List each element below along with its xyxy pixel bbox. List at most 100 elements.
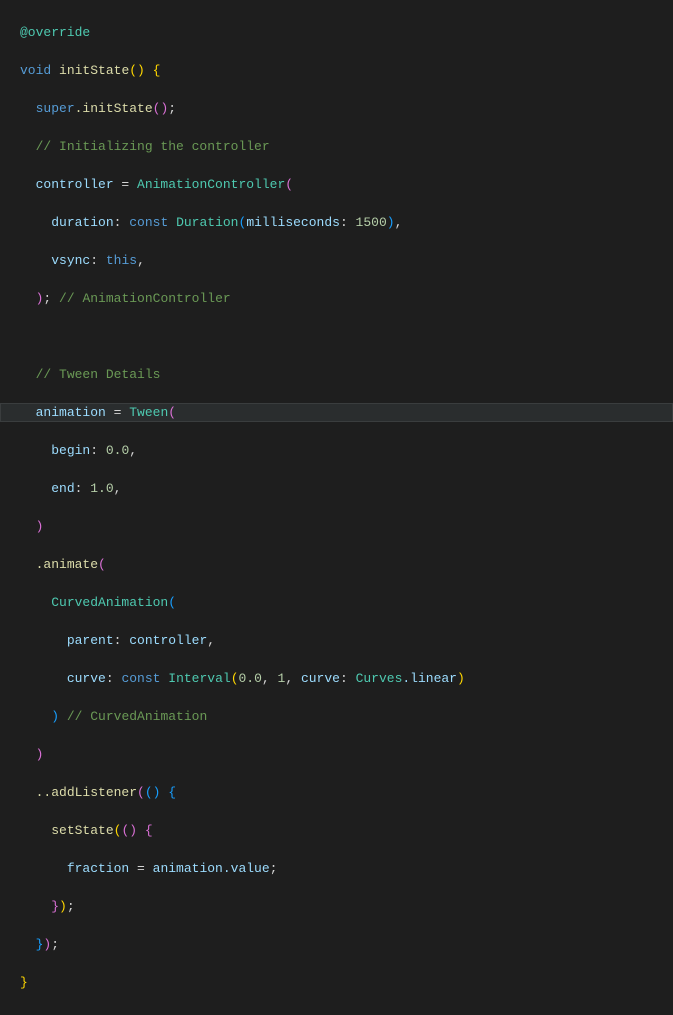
prop-linear: .linear (402, 671, 457, 686)
keyword-const: const (129, 215, 168, 230)
annotation-override: @override (20, 25, 90, 40)
comma: , (137, 253, 145, 268)
ident-animation-value: animation.value (153, 861, 270, 876)
code-line: begin: 0.0, (20, 441, 673, 460)
semicolon: ; (168, 101, 176, 116)
code-line: }); (20, 897, 673, 916)
comma: , (285, 671, 301, 686)
code-line: ) (20, 517, 673, 536)
param-vsync: vsync (51, 253, 90, 268)
paren: ) (387, 215, 395, 230)
class-Curves: Curves (356, 671, 403, 686)
num-end: 1.0 (90, 481, 113, 496)
paren: ) (457, 671, 465, 686)
code-editor[interactable]: @override void initState() { super.initS… (0, 0, 673, 1015)
code-line: } (20, 973, 673, 992)
comment: // AnimationController (59, 291, 231, 306)
paren: ( (168, 405, 176, 420)
colon: : (114, 633, 130, 648)
paren: ( (168, 595, 176, 610)
class-Interval: Interval (168, 671, 230, 686)
op-eq: = (106, 405, 129, 420)
paren: ( (114, 823, 122, 838)
code-line: }); (20, 935, 673, 954)
comment: // Initializing the controller (36, 139, 270, 154)
code-line: animation = Tween( (0, 403, 673, 422)
class-AnimationController: AnimationController (137, 177, 285, 192)
code-line: @override (20, 23, 673, 42)
keyword-const: const (121, 671, 160, 686)
code-line: void initState() { (20, 61, 673, 80)
paren: ( (137, 785, 145, 800)
num-interval-b: 1 (278, 671, 286, 686)
paren: ) (43, 937, 51, 952)
paren: () (145, 785, 161, 800)
paren: ) (51, 709, 59, 724)
ident-animation: animation (36, 405, 106, 420)
paren: () (129, 63, 145, 78)
semicolon: ; (43, 291, 51, 306)
comma: , (262, 671, 278, 686)
comment: // Tween Details (36, 367, 161, 382)
brace: { (145, 823, 153, 838)
colon: : (90, 443, 106, 458)
semicolon: ; (67, 899, 75, 914)
brace: } (51, 899, 59, 914)
code-line: setState(() { (20, 821, 673, 840)
code-line: ) // CurvedAnimation (20, 707, 673, 726)
comma: , (207, 633, 215, 648)
code-line: // Tween Details (20, 365, 673, 384)
colon: : (75, 481, 91, 496)
op-eq: = (129, 861, 152, 876)
code-line (20, 327, 673, 346)
func-initState: initState (59, 63, 129, 78)
code-line: parent: controller, (20, 631, 673, 650)
brace: { (168, 785, 176, 800)
code-line: duration: const Duration(milliseconds: 1… (20, 213, 673, 232)
param-parent: parent (67, 633, 114, 648)
class-Tween: Tween (129, 405, 168, 420)
code-line: super.initState(); (20, 99, 673, 118)
op-eq: = (114, 177, 137, 192)
comma: , (114, 481, 122, 496)
keyword-super: super (36, 101, 75, 116)
colon: : (340, 671, 356, 686)
param-curve: curve (67, 671, 106, 686)
keyword-this: this (106, 253, 137, 268)
keyword-void: void (20, 63, 51, 78)
param-duration: duration (51, 215, 113, 230)
comma: , (395, 215, 403, 230)
colon: : (106, 671, 122, 686)
param-curve: curve (301, 671, 340, 686)
paren: ) (36, 747, 44, 762)
func-animate: .animate (36, 557, 98, 572)
code-line: curve: const Interval(0.0, 1, curve: Cur… (20, 669, 673, 688)
paren: ) (59, 899, 67, 914)
paren: ( (231, 671, 239, 686)
class-CurvedAnimation: CurvedAnimation (51, 595, 168, 610)
brace: } (20, 975, 28, 990)
num-1500: 1500 (356, 215, 387, 230)
class-Duration: Duration (176, 215, 238, 230)
func-setState: setState (51, 823, 113, 838)
code-line: controller = AnimationController( (20, 175, 673, 194)
param-milliseconds: milliseconds (246, 215, 340, 230)
semicolon: ; (51, 937, 59, 952)
code-line: CurvedAnimation( (20, 593, 673, 612)
param-begin: begin (51, 443, 90, 458)
code-line: fraction = animation.value; (20, 859, 673, 878)
code-line: end: 1.0, (20, 479, 673, 498)
colon: : (90, 253, 106, 268)
ident-controller: controller (129, 633, 207, 648)
param-end: end (51, 481, 74, 496)
code-line: ) (20, 745, 673, 764)
semicolon: ; (270, 861, 278, 876)
ident-controller: controller (36, 177, 114, 192)
num-interval-a: 0.0 (239, 671, 262, 686)
colon: : (114, 215, 130, 230)
func-initState: .initState (75, 101, 153, 116)
paren: () (153, 101, 169, 116)
paren: ) (36, 519, 44, 534)
code-line: ); // AnimationController (20, 289, 673, 308)
brace: { (153, 63, 161, 78)
